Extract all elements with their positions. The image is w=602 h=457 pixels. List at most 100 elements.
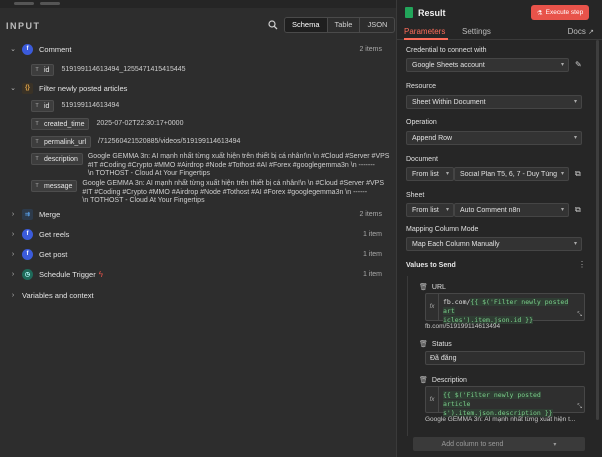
chevron-down-icon[interactable]: ⌄ bbox=[7, 45, 19, 53]
more-options-icon[interactable]: ⋮ bbox=[578, 260, 586, 269]
variables-label: Variables and context bbox=[22, 290, 94, 300]
tab-parameters[interactable]: Parameters bbox=[404, 27, 445, 36]
document-mode-select[interactable]: From list ▾ bbox=[406, 167, 454, 181]
chevron-right-icon[interactable]: › bbox=[7, 271, 19, 278]
sheet-select[interactable]: Auto Comment n8n ▾ bbox=[454, 203, 569, 217]
field-tag[interactable]: Tdescription bbox=[31, 153, 83, 165]
variables-and-context[interactable]: › Variables and context bbox=[0, 288, 396, 302]
chevron-down-icon: ▾ bbox=[573, 135, 577, 141]
item-count: 2 items bbox=[359, 210, 382, 218]
expand-icon[interactable]: ⤡ bbox=[577, 404, 582, 411]
url-expression-input[interactable]: fx fb.com/{{ $('Filter newly posted art … bbox=[425, 293, 585, 324]
node-schedule-trigger[interactable]: › ◷ Schedule Trigger ϟ 1 item bbox=[0, 267, 396, 281]
chevron-down-icon: ▾ bbox=[573, 99, 577, 105]
mapping-select[interactable]: Map Each Column Manually ▾ bbox=[406, 237, 582, 251]
node-comment[interactable]: ⌄ f Comment 2 items bbox=[0, 42, 396, 56]
node-filter[interactable]: ⌄ {} Filter newly posted articles bbox=[0, 81, 396, 95]
field-created-time[interactable]: Tcreated_time 2025-07-02T22:30:17+0000 bbox=[31, 118, 183, 130]
document-select[interactable]: Social Plan T5, 6, 7 - Duy Tùng ▾ bbox=[454, 167, 569, 181]
expression-text: fb.com/{{ $('Filter newly posted art icl… bbox=[443, 298, 569, 324]
node-label: Get reels bbox=[39, 229, 70, 239]
item-count: 1 item bbox=[362, 230, 382, 238]
chevron-right-icon[interactable]: › bbox=[7, 251, 19, 258]
node-merge[interactable]: › ⇉ Merge 2 items bbox=[0, 207, 396, 221]
field-tag[interactable]: Tid bbox=[31, 100, 55, 112]
merge-icon: ⇉ bbox=[22, 208, 33, 220]
value-description-label: 🗑 Description bbox=[419, 376, 467, 385]
view-tabs: Schema Table JSON bbox=[284, 17, 396, 33]
field-value: Google GEMMA 3n: AI mạnh nhất từng xuất … bbox=[87, 153, 390, 177]
operation-select[interactable]: Append Row ▾ bbox=[406, 131, 582, 145]
node-title[interactable]: Result bbox=[418, 8, 446, 18]
node-get-reels[interactable]: › f Get reels 1 item bbox=[0, 227, 396, 241]
value-url-label: 🗑 URL bbox=[419, 283, 446, 292]
fx-icon: fx bbox=[426, 294, 439, 320]
node-label: Filter newly posted articles bbox=[39, 83, 128, 93]
field-value: 519199114613494_1255471415415445 bbox=[61, 66, 186, 73]
input-panel-title: INPUT bbox=[6, 21, 41, 31]
field-tag[interactable]: Tmessage bbox=[31, 180, 78, 192]
flask-icon: ⚗ bbox=[536, 9, 543, 17]
field-permalink-url[interactable]: Tpermalink_url /712560421520885/videos/5… bbox=[31, 136, 240, 148]
node-label: Schedule Trigger bbox=[39, 269, 96, 279]
tab-table[interactable]: Table bbox=[328, 18, 361, 32]
scrollbar[interactable] bbox=[596, 40, 599, 420]
facebook-icon: f bbox=[22, 248, 33, 260]
resource-select[interactable]: Sheet Within Document ▾ bbox=[406, 95, 582, 109]
node-get-post[interactable]: › f Get post 1 item bbox=[0, 247, 396, 261]
field-value: 2025-07-02T22:30:17+0000 bbox=[96, 120, 184, 127]
field-comment-id[interactable]: Tid 519199114613494_1255471415415445 bbox=[31, 64, 186, 76]
chevron-down-icon: ▾ bbox=[445, 171, 449, 177]
text-type-icon: T bbox=[35, 139, 39, 145]
facebook-icon: f bbox=[22, 43, 33, 55]
field-value: 519199114613494 bbox=[61, 102, 120, 109]
description-expression-input[interactable]: fx {{ $('Filter newly posted article s')… bbox=[425, 386, 585, 417]
field-description[interactable]: Tdescription Google GEMMA 3n: AI mạnh nh… bbox=[31, 153, 389, 179]
trash-icon[interactable]: 🗑 bbox=[419, 340, 428, 348]
status-input[interactable]: Đã đăng bbox=[425, 351, 585, 365]
sheet-mode-select[interactable]: From list ▾ bbox=[406, 203, 454, 217]
chevron-down-icon: ▾ bbox=[560, 171, 564, 177]
field-message[interactable]: Tmessage Google GEMMA 3n: AI mạnh nhất t… bbox=[31, 180, 384, 206]
node-label: Get post bbox=[39, 249, 68, 259]
document-label: Document bbox=[406, 156, 438, 163]
field-tag[interactable]: Tcreated_time bbox=[31, 118, 90, 130]
clock-icon: ◷ bbox=[22, 268, 33, 280]
text-type-icon: T bbox=[35, 67, 39, 73]
field-tag[interactable]: Tpermalink_url bbox=[31, 136, 92, 148]
chevron-right-icon[interactable]: › bbox=[7, 292, 19, 299]
external-link-icon: ↗ bbox=[588, 29, 594, 36]
chevron-right-icon[interactable]: › bbox=[7, 231, 19, 238]
field-value: Google GEMMA 3n: AI mạnh nhất từng xuất … bbox=[82, 180, 384, 204]
tab-settings[interactable]: Settings bbox=[462, 27, 491, 36]
external-link-icon[interactable]: ⧉ bbox=[575, 205, 581, 215]
trash-icon[interactable]: 🗑 bbox=[419, 376, 428, 384]
credential-select[interactable]: Google Sheets account ▾ bbox=[406, 58, 569, 72]
url-preview: fb.com/519199114613494 bbox=[425, 323, 501, 330]
item-count: 2 items bbox=[359, 45, 382, 53]
field-filter-id[interactable]: Tid 519199114613494 bbox=[31, 100, 119, 112]
chevron-down-icon[interactable]: ⌄ bbox=[7, 84, 19, 92]
execute-step-button[interactable]: ⚗ Execute step bbox=[531, 5, 589, 20]
operation-label: Operation bbox=[406, 119, 437, 126]
item-count: 1 item bbox=[362, 270, 382, 278]
fx-icon: fx bbox=[426, 387, 439, 412]
parameter-tabs: Parameters Settings Docs ↗ bbox=[397, 26, 602, 40]
text-type-icon: T bbox=[35, 183, 39, 189]
add-column-button[interactable]: Add column to send ▾ bbox=[413, 437, 585, 451]
tab-json[interactable]: JSON bbox=[360, 18, 394, 32]
chevron-right-icon[interactable]: › bbox=[7, 211, 19, 218]
mapping-label: Mapping Column Mode bbox=[406, 226, 479, 233]
docs-link[interactable]: Docs ↗ bbox=[568, 27, 594, 36]
tab-schema[interactable]: Schema bbox=[285, 18, 328, 32]
values-to-send-title: Values to Send bbox=[406, 262, 456, 269]
search-icon[interactable] bbox=[268, 20, 278, 30]
facebook-icon: f bbox=[22, 228, 33, 240]
external-link-icon[interactable]: ⧉ bbox=[575, 169, 581, 179]
expand-icon[interactable]: ⤡ bbox=[577, 312, 582, 319]
pencil-icon[interactable]: ✎ bbox=[575, 60, 582, 69]
node-label: Comment bbox=[39, 44, 72, 54]
node-label: Merge bbox=[39, 209, 61, 219]
trash-icon[interactable]: 🗑 bbox=[419, 283, 428, 291]
field-tag[interactable]: Tid bbox=[31, 64, 55, 76]
